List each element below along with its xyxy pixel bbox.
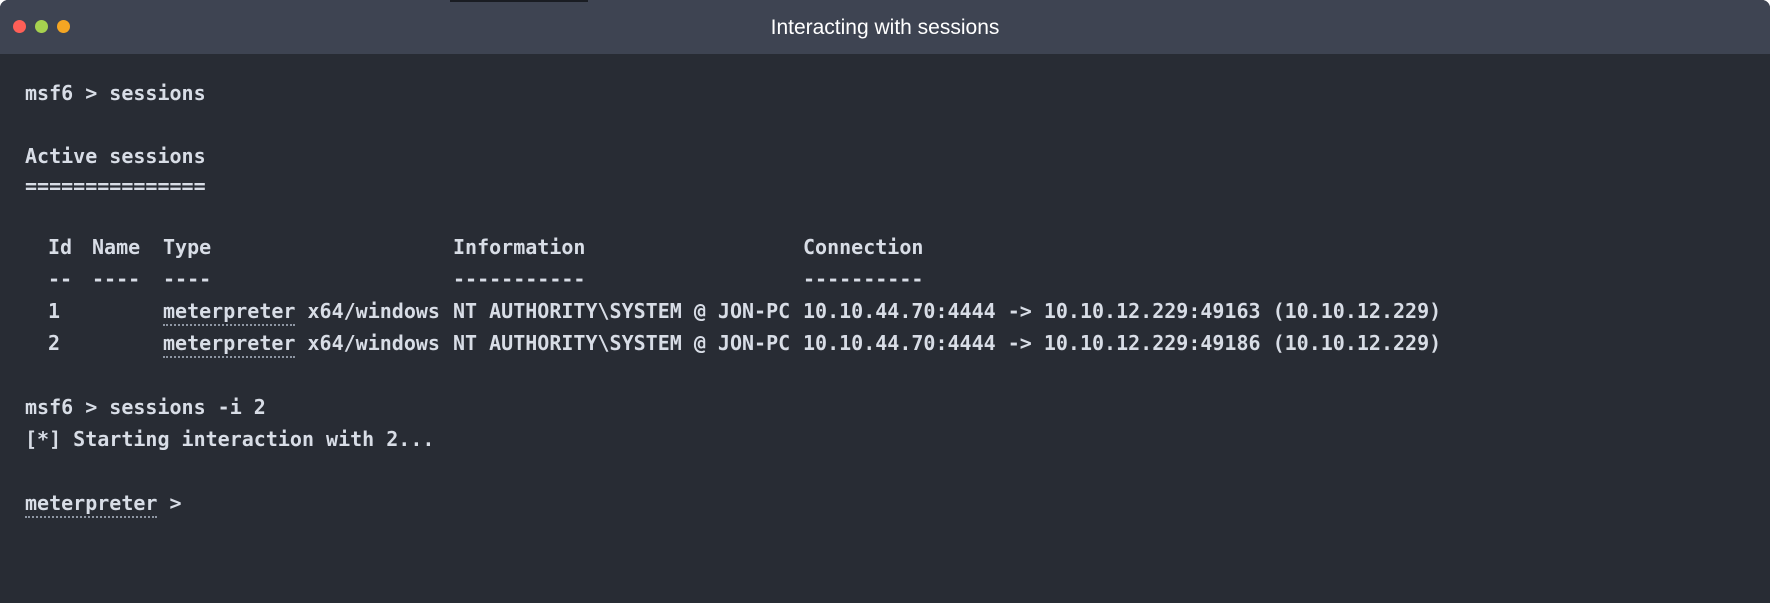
column-header-information: Information — [453, 235, 586, 259]
meterpreter-term[interactable]: meterpreter — [25, 491, 158, 518]
column-rule-type: ---- — [163, 267, 212, 291]
session-information: NT AUTHORITY\SYSTEM @ JON-PC — [453, 331, 791, 355]
top-notch — [450, 0, 588, 2]
column-rule-name: ---- — [92, 267, 141, 291]
status-message: [*] Starting interaction with 2... — [25, 427, 435, 451]
column-header-name: Name — [92, 235, 141, 259]
column-header-connection: Connection — [803, 235, 924, 259]
session-connection: 10.10.44.70:4444 -> 10.10.12.229:49163 (… — [803, 299, 1442, 323]
column-rule-information: ----------- — [453, 267, 586, 291]
terminal-window: Interacting with sessions msf6 > session… — [0, 0, 1770, 603]
window-title: Interacting with sessions — [770, 16, 1000, 39]
column-header-type: Type — [163, 235, 212, 259]
table-row: 2 meterpreter x64/windows NT AUTHORITY\S… — [25, 328, 1625, 358]
meterpreter-term[interactable]: meterpreter — [163, 299, 296, 326]
table-row: 1 meterpreter x64/windows NT AUTHORITY\S… — [25, 296, 1625, 326]
session-id: 2 — [48, 331, 61, 355]
terminal-output[interactable]: msf6 > sessions Active sessions ========… — [25, 78, 1770, 534]
title-bar: Interacting with sessions — [0, 0, 1770, 54]
session-type: meterpreter x64/windows — [163, 296, 440, 326]
column-rule-connection: ---------- — [803, 267, 924, 291]
meterpreter-term[interactable]: meterpreter — [163, 331, 296, 358]
active-sessions-heading: Active sessions — [25, 144, 206, 168]
heading-rule: =============== — [25, 174, 206, 198]
prompt-sessions: msf6 > sessions — [25, 81, 206, 105]
meterpreter-prompt[interactable]: meterpreter > — [25, 488, 182, 518]
prompt-sessions-interact: msf6 > sessions -i 2 — [25, 395, 266, 419]
session-platform: x64/windows — [295, 331, 440, 355]
prompt-caret: > — [157, 491, 182, 515]
column-header-id: Id — [48, 235, 73, 259]
session-platform: x64/windows — [295, 299, 440, 323]
session-id: 1 — [48, 299, 61, 323]
column-rule-id: -- — [48, 267, 73, 291]
session-information: NT AUTHORITY\SYSTEM @ JON-PC — [453, 299, 791, 323]
session-connection: 10.10.44.70:4444 -> 10.10.12.229:49186 (… — [803, 331, 1442, 355]
table-rule-row: -- ---- ---- ----------- ---------- — [25, 264, 1625, 294]
session-type: meterpreter x64/windows — [163, 328, 440, 358]
table-header-row: Id Name Type Information Connection — [25, 232, 1625, 262]
